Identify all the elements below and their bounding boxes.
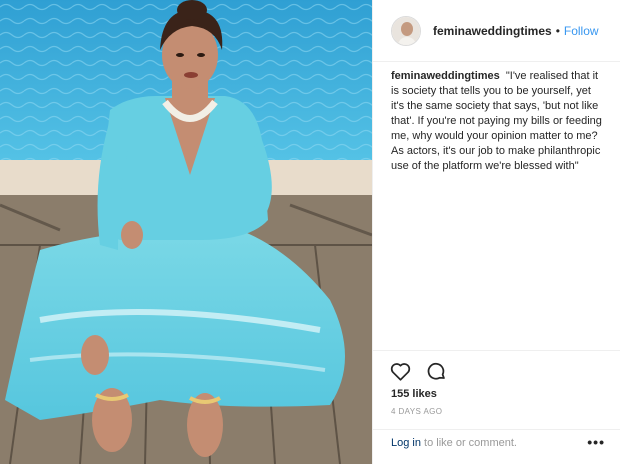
- post-caption: feminaweddingtimes "I've realised that i…: [391, 69, 603, 174]
- header-separator: •: [555, 23, 560, 38]
- comment-icon: [427, 362, 445, 380]
- comment-button[interactable]: [425, 360, 447, 382]
- avatar[interactable]: [391, 15, 421, 46]
- like-count[interactable]: 155 likes: [391, 388, 437, 400]
- follow-button[interactable]: Follow: [564, 24, 599, 38]
- post-actions: 155 likes 4 DAYS AGO Log in to like or c…: [373, 350, 620, 464]
- caption-text: "I've realised that it is society that t…: [391, 70, 602, 172]
- heart-icon: [390, 362, 410, 381]
- instagram-post: feminaweddingtimes • Follow feminaweddin…: [0, 0, 620, 464]
- post-timestamp[interactable]: 4 DAYS AGO: [391, 407, 442, 416]
- avatar-image: [392, 16, 420, 45]
- more-options-button[interactable]: •••: [587, 434, 605, 450]
- post-photo-illustration: [0, 0, 372, 464]
- action-icons: [389, 360, 447, 382]
- post-side-panel: feminaweddingtimes • Follow feminaweddin…: [372, 0, 620, 464]
- like-button[interactable]: [389, 360, 411, 382]
- post-header: feminaweddingtimes • Follow: [373, 0, 620, 62]
- caption-username[interactable]: feminaweddingtimes: [391, 70, 500, 82]
- comment-prompt-text: to like or comment.: [420, 437, 517, 449]
- comment-prompt: Log in to like or comment.: [391, 437, 517, 449]
- login-link[interactable]: Log in: [391, 437, 421, 449]
- post-image[interactable]: [0, 0, 372, 464]
- header-username[interactable]: feminaweddingtimes: [433, 24, 552, 38]
